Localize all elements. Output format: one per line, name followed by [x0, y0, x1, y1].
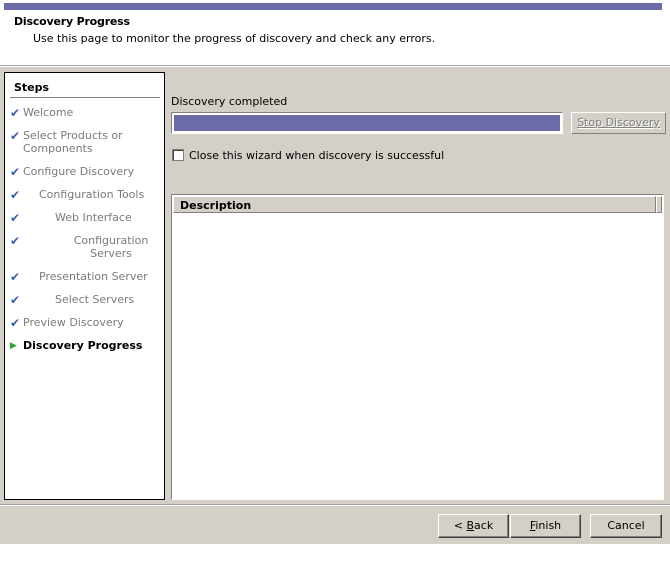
close-wizard-label[interactable]: Close this wizard when discovery is succ… [189, 149, 444, 162]
current-step-arrow-icon: ▶ [10, 341, 17, 351]
checkmark-icon: ✔ [10, 129, 21, 143]
checkmark-icon: ✔ [10, 165, 21, 179]
step-label: Select Products or Components [23, 129, 123, 155]
cancel-button[interactable]: Cancel [590, 514, 662, 538]
back-button[interactable]: < Back [438, 514, 509, 538]
step-label: Configuration Tools [39, 188, 145, 201]
stop-discovery-button[interactable]: Stop Discovery [571, 112, 666, 134]
checkmark-icon: ✔ [10, 293, 21, 307]
progress-status-label: Discovery completed [171, 95, 288, 108]
checkmark-icon: ✔ [10, 106, 21, 120]
steps-panel: Steps ✔ Welcome ✔ Select Products or Com… [4, 72, 165, 500]
step-label: Welcome [23, 106, 74, 119]
page-subtitle: Use this page to monitor the progress of… [33, 32, 436, 45]
checkmark-icon: ✔ [10, 270, 21, 284]
checkmark-icon: ✔ [10, 211, 21, 225]
progress-bar-fill [174, 115, 560, 131]
step-label: Discovery Progress [23, 339, 143, 352]
step-label: Presentation Server [39, 270, 148, 283]
steps-title: Steps [14, 81, 50, 94]
page-title: Discovery Progress [14, 15, 130, 28]
column-header-filler [656, 196, 662, 213]
step-label: Preview Discovery [23, 316, 124, 329]
step-label: Web Interface [55, 211, 132, 224]
step-label: Configuration Servers [73, 234, 149, 260]
checkmark-icon: ✔ [10, 188, 21, 202]
finish-label-rest: inish [535, 519, 562, 532]
back-label-rest: ack [474, 519, 494, 532]
description-list[interactable]: Description [171, 194, 664, 500]
title-accent-bar [4, 3, 662, 10]
discovery-progress-bar [171, 112, 563, 134]
steps-divider [10, 97, 160, 98]
step-label: Configure Discovery [23, 165, 135, 178]
page-header: Discovery Progress Use this page to moni… [0, 10, 670, 66]
step-label: Select Servers [55, 293, 135, 306]
description-column-header[interactable]: Description [173, 196, 656, 213]
back-mnemonic: B [466, 519, 475, 532]
checkmark-icon: ✔ [10, 316, 21, 330]
close-wizard-checkbox[interactable] [172, 149, 184, 161]
finish-button[interactable]: Finish [510, 514, 581, 538]
column-header-label: Description [180, 199, 252, 212]
checkmark-icon: ✔ [10, 234, 21, 248]
